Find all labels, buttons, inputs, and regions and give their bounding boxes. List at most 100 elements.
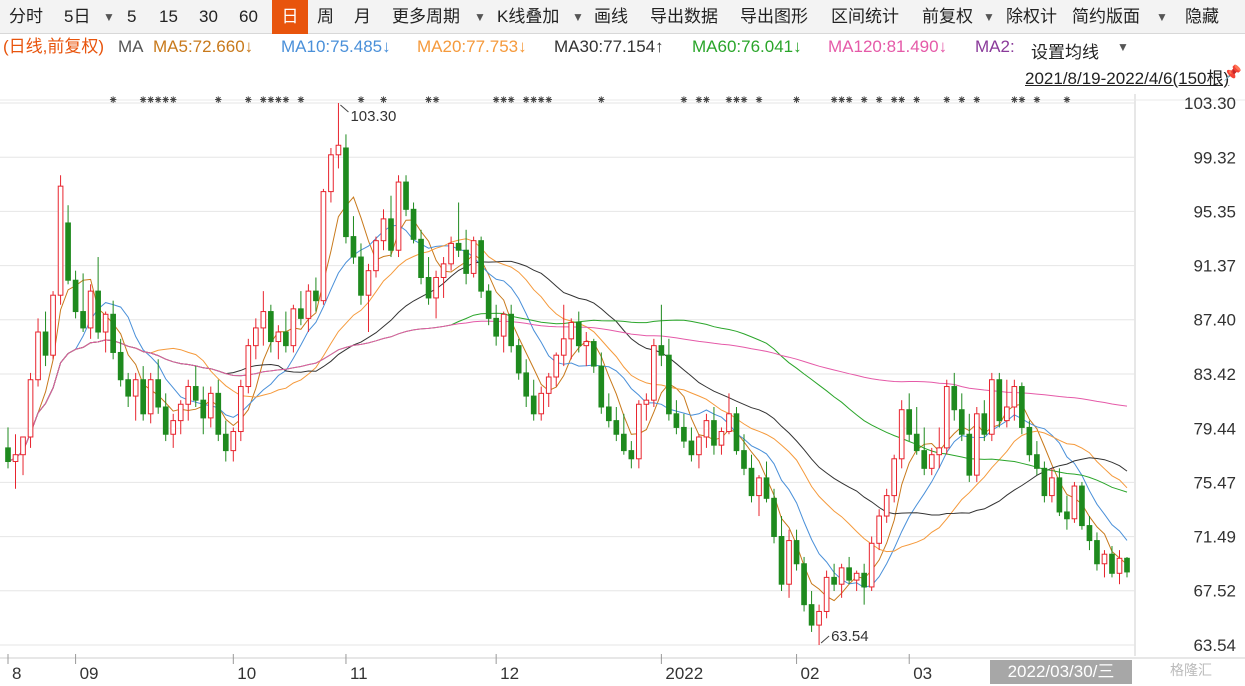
candle-up xyxy=(87,290,94,329)
candle-down xyxy=(741,450,747,469)
candle-down xyxy=(1064,511,1070,520)
candle-down xyxy=(403,181,409,210)
candle-down xyxy=(681,426,687,442)
candle-down xyxy=(913,433,920,452)
candle-down xyxy=(1019,386,1025,428)
candle-down xyxy=(921,450,928,469)
candle-up xyxy=(373,240,379,272)
candle-up xyxy=(57,185,64,296)
candle-down xyxy=(515,345,522,374)
y-tick-label: 91.37 xyxy=(1193,257,1236,276)
candle-down xyxy=(65,222,71,281)
candle-down xyxy=(343,147,349,238)
candle-up xyxy=(538,392,545,415)
y-tick-label: 67.52 xyxy=(1193,582,1236,601)
y-tick-label: 103.30 xyxy=(1184,94,1236,113)
candle-down xyxy=(192,386,199,401)
candle-up xyxy=(185,386,192,405)
candle-down xyxy=(598,365,605,408)
candle-up xyxy=(823,576,830,612)
x-tick-label: 03 xyxy=(913,664,932,683)
candle-up xyxy=(230,431,237,452)
ma30-line xyxy=(7,260,1128,516)
ma-settings-button[interactable]: 设置均线 xyxy=(1031,38,1099,63)
candle-down xyxy=(1034,454,1040,469)
candle-down xyxy=(711,420,717,446)
event-marker-icon: ⁕ xyxy=(912,93,922,107)
pin-icon[interactable]: 📌 xyxy=(1223,64,1242,82)
x-tick-label: 09 xyxy=(80,664,99,683)
candle-up xyxy=(50,294,56,356)
date-range-label: 2021/8/19-2022/4/6(150根) xyxy=(1025,69,1230,88)
candle-up xyxy=(27,379,34,438)
candle-up xyxy=(260,311,267,329)
candle-up xyxy=(545,376,552,394)
candle-down xyxy=(140,379,147,415)
candle-up xyxy=(102,313,109,333)
candle-up xyxy=(380,218,387,242)
candle-up xyxy=(395,181,402,251)
candle-up xyxy=(275,331,282,343)
candle-down xyxy=(620,433,627,452)
candle-up xyxy=(973,413,980,476)
y-tick-label: 83.42 xyxy=(1193,365,1236,384)
candle-up xyxy=(703,420,710,438)
candle-down xyxy=(981,413,988,435)
candle-up xyxy=(696,436,702,456)
candle-down xyxy=(523,372,530,397)
event-marker-icon: ⁕ xyxy=(792,93,802,107)
event-marker-icon: ⁕ xyxy=(754,93,764,107)
event-marker-icon: ⁕ xyxy=(108,93,118,107)
event-marker-icon: ⁕ xyxy=(431,93,441,107)
event-marker-icon: ⁕ xyxy=(506,93,516,107)
event-marker-icon: ⁕ xyxy=(701,93,711,107)
event-marker-icon: ⁕ xyxy=(739,93,749,107)
candle-up xyxy=(12,454,19,463)
ma20-line xyxy=(7,238,1128,553)
candle-up xyxy=(132,379,139,397)
candle-down xyxy=(418,238,424,278)
candle-up xyxy=(553,354,560,378)
candle-down xyxy=(575,321,582,347)
y-tick-label: 95.35 xyxy=(1193,202,1236,221)
candle-down xyxy=(808,604,815,626)
candle-up xyxy=(290,308,297,347)
candle-up xyxy=(816,610,822,626)
candle-down xyxy=(666,354,672,415)
candle-down xyxy=(5,447,11,463)
candle-up xyxy=(20,436,26,456)
candle-down xyxy=(906,409,913,435)
candle-down xyxy=(763,477,770,499)
x-tick-label: 02 xyxy=(801,664,820,683)
candle-up xyxy=(253,327,259,347)
event-marker-icon: ⁕ xyxy=(243,93,253,107)
event-marker-icon: ⁕ xyxy=(844,93,854,107)
candle-up xyxy=(1116,557,1123,574)
candle-down xyxy=(508,313,515,347)
candle-up xyxy=(1101,553,1108,565)
candle-down xyxy=(613,420,620,435)
y-tick-label: 63.54 xyxy=(1193,636,1236,655)
cursor-date-label: 2022/03/30/三 xyxy=(990,660,1132,684)
candle-up xyxy=(305,290,312,319)
candle-up xyxy=(636,403,642,460)
candle-down xyxy=(590,341,597,367)
event-marker-icon: ⁕ xyxy=(1032,93,1042,107)
candle-up xyxy=(320,191,327,302)
candle-down xyxy=(425,276,432,299)
candle-down xyxy=(530,395,537,415)
annotation-arrow xyxy=(340,104,349,113)
candle-down xyxy=(478,240,484,292)
candle-up xyxy=(568,321,575,340)
event-marker-icon: ⁕ xyxy=(544,93,554,107)
kline-chart[interactable]: 103.30 99.32 95.35 91.37 87.40 83.42 79.44 75.4… xyxy=(0,0,1245,686)
chevron-down-icon[interactable]: ▼ xyxy=(1117,40,1129,54)
candle-up xyxy=(988,379,995,435)
candle-down xyxy=(1094,540,1100,565)
candle-up xyxy=(335,144,342,156)
candle-up xyxy=(470,240,477,274)
candle-down xyxy=(1056,477,1063,513)
candle-down xyxy=(463,249,469,274)
candle-down xyxy=(846,567,852,581)
candle-down xyxy=(658,345,665,356)
